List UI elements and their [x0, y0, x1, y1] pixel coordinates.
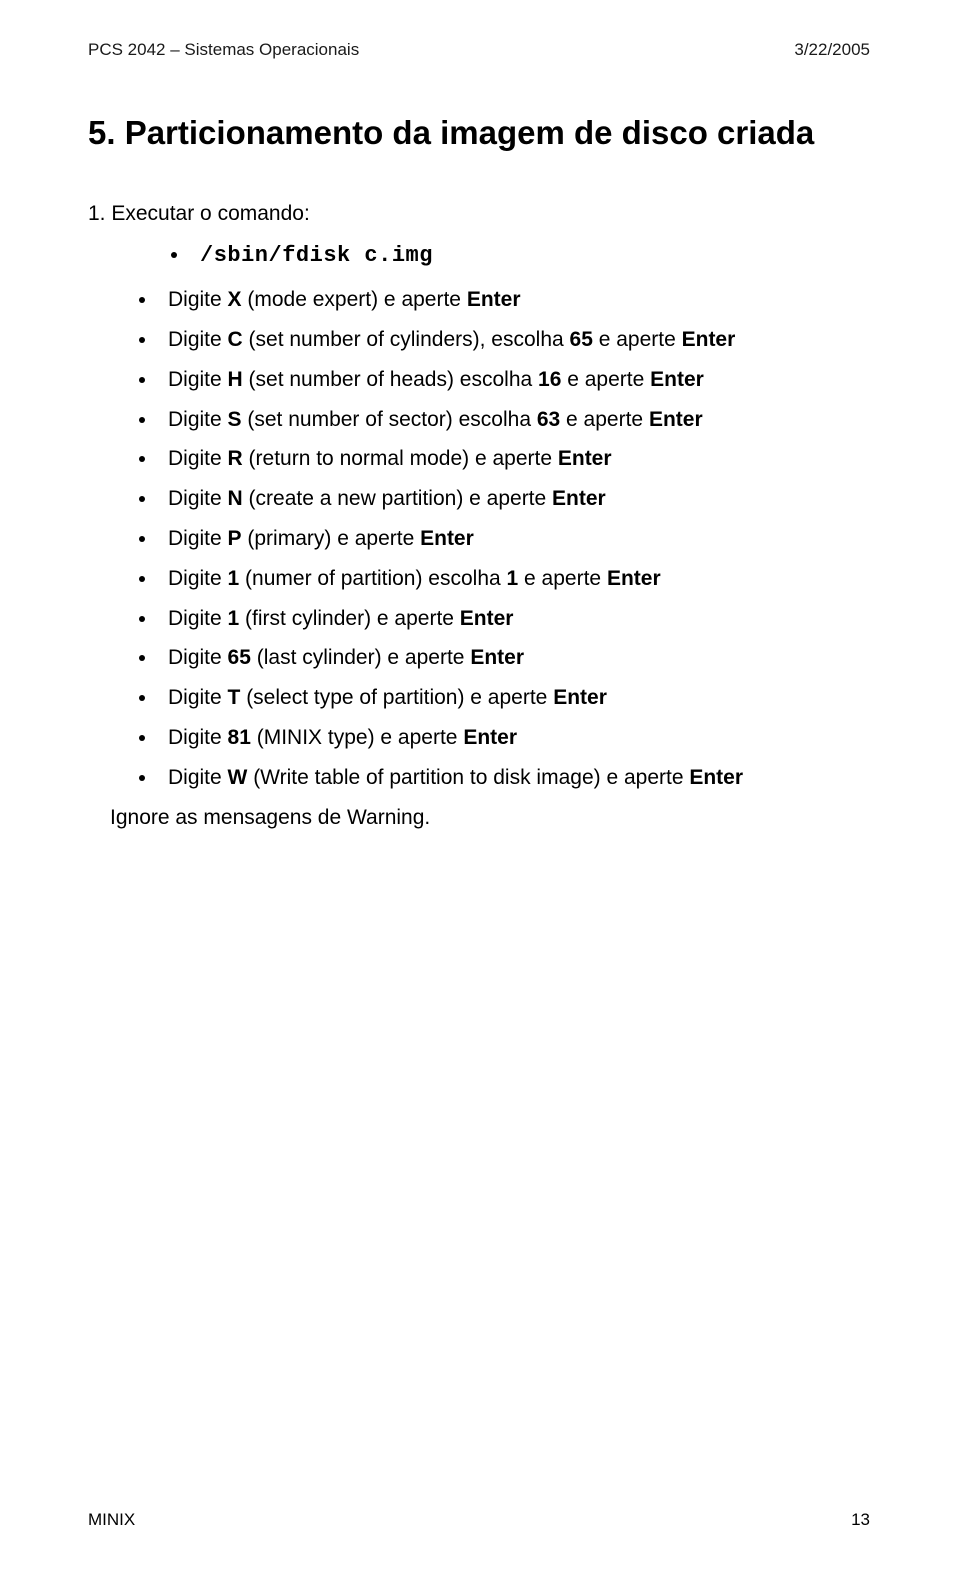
- header-left: PCS 2042 – Sistemas Operacionais: [88, 40, 359, 60]
- step-item: Digite P (primary) e aperte Enter: [158, 520, 870, 558]
- steps-list: Digite X (mode expert) e aperte Enter Di…: [110, 281, 870, 796]
- command-item: /sbin/fdisk c.img: [190, 236, 870, 276]
- section-title: 5. Particionamento da imagem de disco cr…: [88, 112, 870, 153]
- step-item: Digite S (set number of sector) escolha …: [158, 401, 870, 439]
- step-item: Digite 81 (MINIX type) e aperte Enter: [158, 719, 870, 757]
- step-item: Digite 65 (last cylinder) e aperte Enter: [158, 639, 870, 677]
- command-list: /sbin/fdisk c.img: [142, 236, 870, 276]
- page: PCS 2042 – Sistemas Operacionais 3/22/20…: [0, 0, 960, 1570]
- lead-line: 1. Executar o comando:: [88, 199, 870, 229]
- header-right: 3/22/2005: [794, 40, 870, 60]
- step-item: Digite C (set number of cylinders), esco…: [158, 321, 870, 359]
- running-header: PCS 2042 – Sistemas Operacionais 3/22/20…: [88, 40, 870, 60]
- step-item: Digite H (set number of heads) escolha 1…: [158, 361, 870, 399]
- step-item: Digite 1 (first cylinder) e aperte Enter: [158, 600, 870, 638]
- command-block: /sbin/fdisk c.img: [142, 236, 870, 276]
- step-item: Digite T (select type of partition) e ap…: [158, 679, 870, 717]
- step-item: Digite W (Write table of partition to di…: [158, 759, 870, 797]
- footer-right: 13: [851, 1510, 870, 1530]
- step-item: Digite N (create a new partition) e aper…: [158, 480, 870, 518]
- warning-note: Ignore as mensagens de Warning.: [110, 801, 870, 835]
- running-footer: MINIX 13: [88, 1510, 870, 1530]
- step-item: Digite X (mode expert) e aperte Enter: [158, 281, 870, 319]
- step-item: Digite 1 (numer of partition) escolha 1 …: [158, 560, 870, 598]
- step-item: Digite R (return to normal mode) e apert…: [158, 440, 870, 478]
- footer-left: MINIX: [88, 1510, 135, 1530]
